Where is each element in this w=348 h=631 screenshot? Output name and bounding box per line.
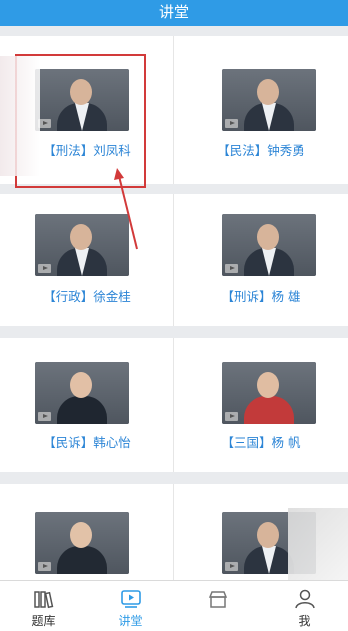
tab-label: 题库 [31, 614, 56, 628]
page-header: 讲堂 [0, 0, 348, 26]
tab-label: 讲堂 [118, 614, 143, 628]
tab-question-bank[interactable]: 题库 [0, 581, 87, 631]
lecture-grid: 【刑法】刘凤科 【民法】钟秀勇 【行政】徐金桂 【刑诉】杨 雄 【民诉】韩心怡 … [0, 26, 348, 580]
blur-overlay [0, 56, 40, 176]
tab-shop[interactable] [174, 581, 261, 631]
user-icon [295, 589, 315, 609]
annotation-arrow [114, 168, 138, 250]
books-icon [34, 591, 54, 609]
tab-me[interactable]: 我 [261, 581, 348, 631]
page-title: 讲堂 [158, 3, 189, 21]
bottom-tab-bar: 题库 讲堂 我 [0, 580, 348, 631]
video-play-icon [121, 590, 141, 608]
tab-lecture[interactable]: 讲堂 [87, 581, 174, 631]
tab-label: 我 [298, 614, 311, 628]
shop-icon [208, 591, 228, 608]
blur-overlay [288, 508, 348, 580]
